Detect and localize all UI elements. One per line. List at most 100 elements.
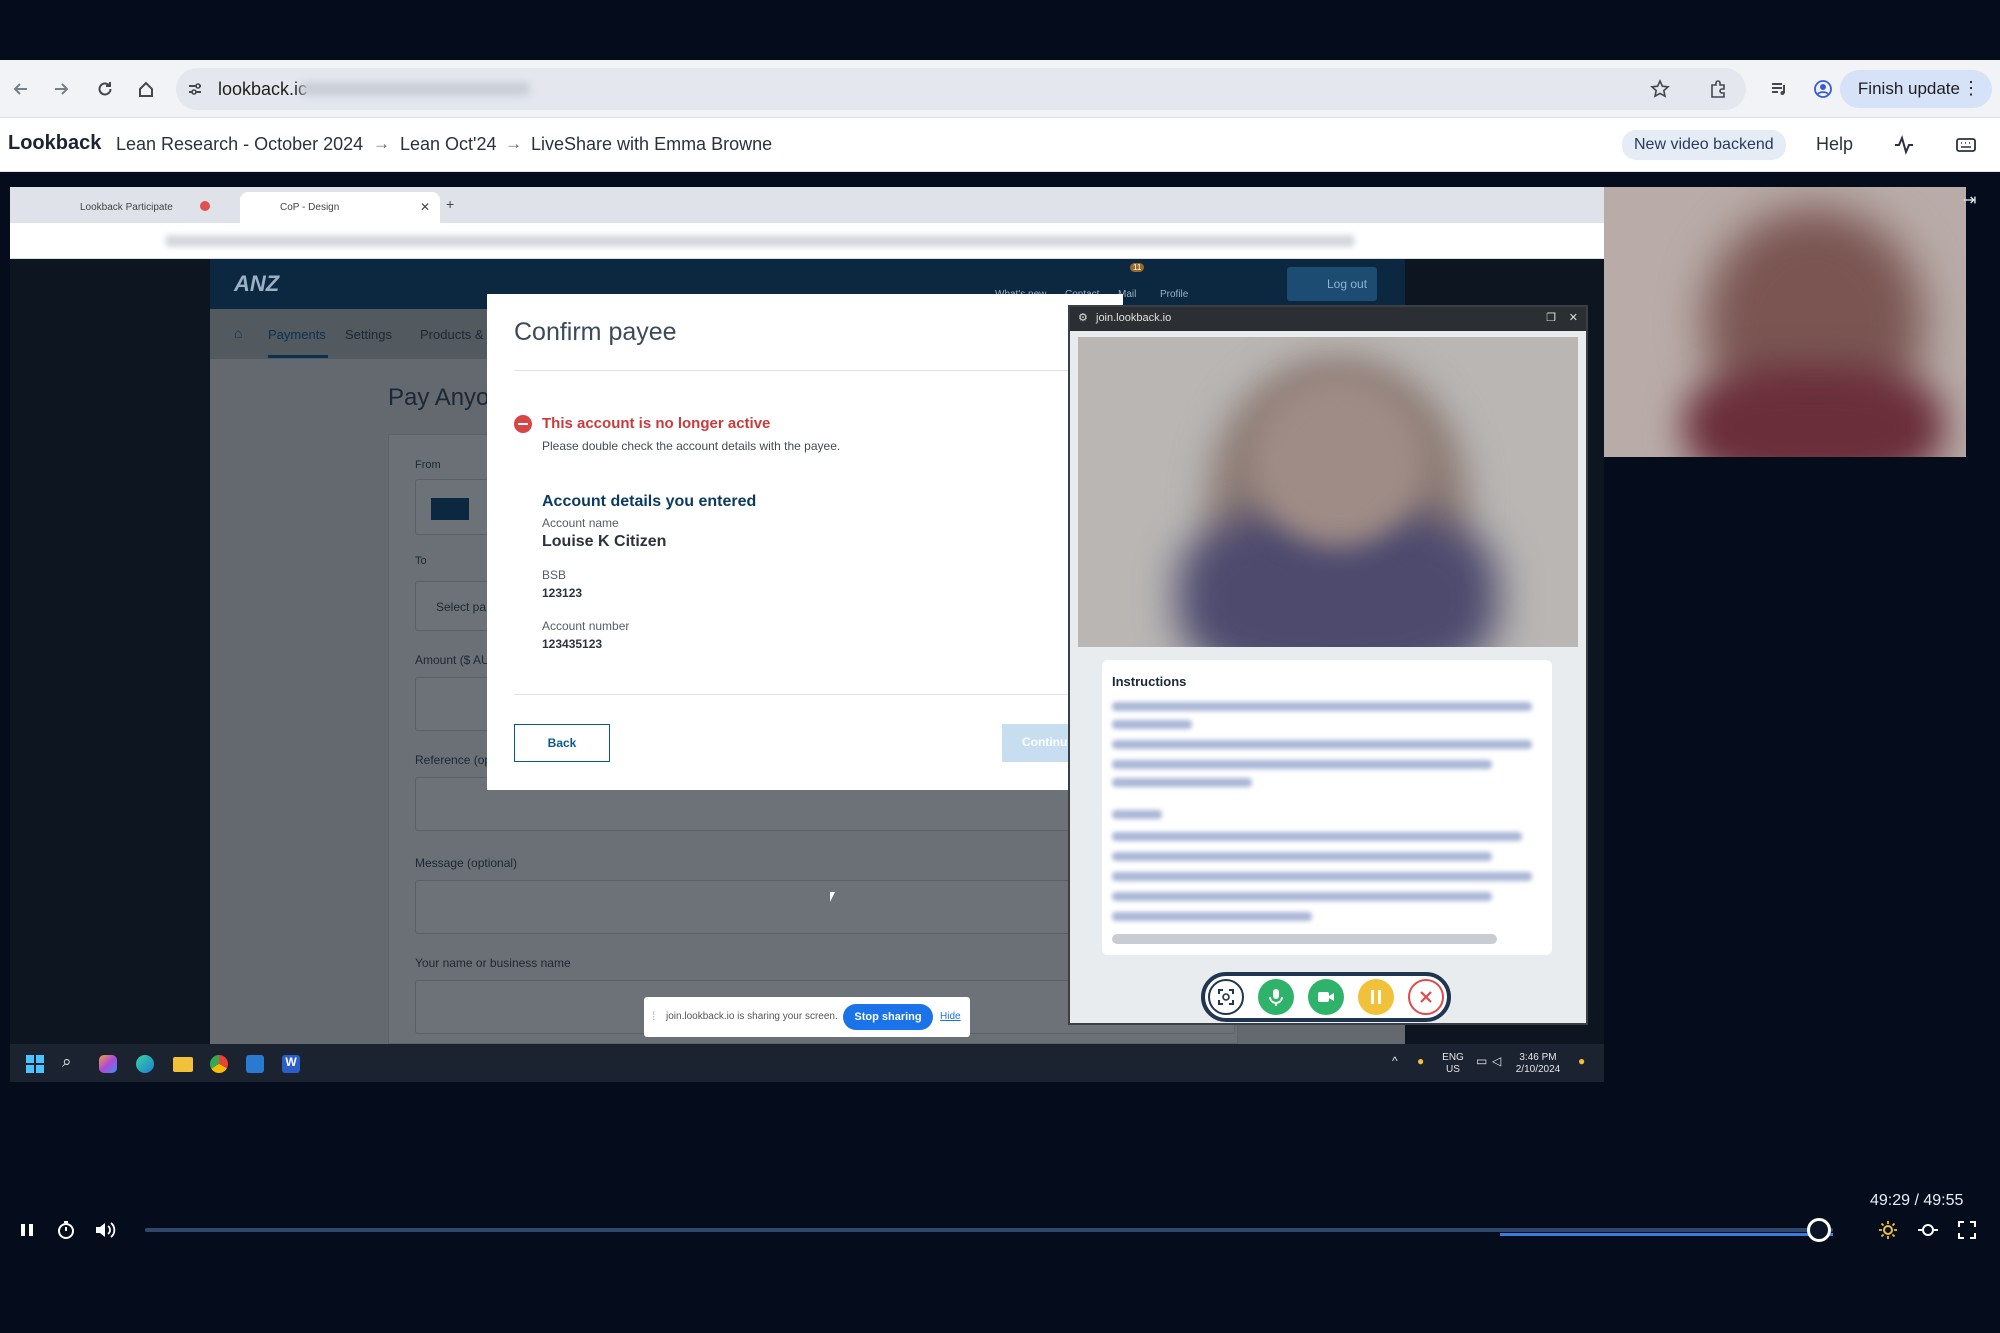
- extensions-icon[interactable]: [1705, 76, 1731, 102]
- instructions-title: Instructions: [1112, 674, 1187, 689]
- brand-logo[interactable]: Lookback: [8, 132, 101, 155]
- subnav-payments[interactable]: Payments: [268, 327, 326, 342]
- screen-share-icon: [1218, 989, 1234, 1005]
- more-menu-icon[interactable]: ⋮: [1962, 78, 1980, 99]
- logout-button[interactable]: Log out: [1287, 267, 1377, 301]
- subnav-products[interactable]: Products &: [420, 327, 484, 342]
- back-button[interactable]: Back: [514, 724, 610, 762]
- screen-share-button[interactable]: [1208, 979, 1244, 1015]
- amount-input[interactable]: [415, 677, 495, 731]
- pause-icon: [1371, 990, 1381, 1004]
- outlook-icon[interactable]: [246, 1055, 264, 1073]
- settings-icon[interactable]: ⚙: [1078, 311, 1088, 324]
- instructions-panel[interactable]: Instructions: [1102, 660, 1552, 955]
- file-explorer-icon[interactable]: [173, 1057, 193, 1072]
- keyboard-icon[interactable]: [1953, 132, 1979, 158]
- close-icon[interactable]: ✕: [1569, 311, 1578, 324]
- region-code: US: [1446, 1064, 1460, 1075]
- notification-bell-icon[interactable]: ●: [1578, 1054, 1585, 1068]
- close-tab-icon[interactable]: ✕: [420, 200, 430, 214]
- taskbar-clock[interactable]: 3:46 PM 2/10/2024: [1510, 1052, 1566, 1076]
- playback-speed-icon[interactable]: [53, 1217, 79, 1243]
- activity-icon[interactable]: [1891, 132, 1917, 158]
- help-link[interactable]: Help: [1816, 134, 1853, 155]
- browser-toolbar: lookback.ic Finish update ⋮: [0, 60, 2000, 118]
- new-video-backend-badge[interactable]: New video backend: [1622, 130, 1786, 160]
- redacted-text: [1112, 740, 1532, 749]
- windows-taskbar: ⌕ W ^ ● ENG US ▭ ◁ 3:46 PM 2/10/2024 ●: [10, 1044, 1604, 1082]
- amount-label: Amount ($ AU: [415, 653, 490, 667]
- horizontal-scrollbar[interactable]: [1112, 934, 1497, 944]
- url-text[interactable]: lookback.ic: [218, 79, 307, 100]
- volume-icon[interactable]: [92, 1217, 118, 1243]
- brightness-icon[interactable]: [1875, 1217, 1901, 1243]
- redacted-text: [1112, 852, 1492, 861]
- message-label: Message (optional): [415, 856, 518, 870]
- participant-webcam: [1604, 187, 1966, 457]
- reload-icon[interactable]: [92, 76, 118, 102]
- forward-icon[interactable]: [48, 76, 74, 102]
- redacted-text: [1112, 702, 1532, 711]
- seek-handle[interactable]: [1807, 1218, 1832, 1242]
- nav-profile[interactable]: Profile: [1160, 289, 1188, 300]
- home-icon[interactable]: ⌂: [234, 325, 242, 341]
- windows-start-icon[interactable]: [26, 1055, 44, 1073]
- language-indicator[interactable]: ENG US: [1438, 1052, 1468, 1076]
- tab-lookback-participate[interactable]: Lookback Participate: [40, 192, 230, 223]
- camera-button[interactable]: [1308, 979, 1344, 1015]
- hide-link[interactable]: Hide: [940, 1011, 961, 1022]
- finish-update-button[interactable]: Finish update ⋮: [1839, 70, 1992, 108]
- anz-logo[interactable]: ANZ: [234, 271, 279, 297]
- tab-label: Lookback Participate: [80, 202, 173, 213]
- end-session-button[interactable]: [1408, 979, 1444, 1015]
- tab-cop-design[interactable]: CoP - Design ✕: [240, 192, 440, 223]
- chrome-icon[interactable]: [210, 1055, 228, 1073]
- back-icon[interactable]: [8, 76, 34, 102]
- bookmark-star-icon[interactable]: [1647, 76, 1673, 102]
- redacted-text: [1112, 720, 1192, 729]
- bsb-label: BSB: [542, 568, 567, 582]
- seek-bar-played: [145, 1228, 1833, 1232]
- close-icon: [1420, 991, 1432, 1003]
- pause-button[interactable]: [1358, 979, 1394, 1015]
- new-tab-icon[interactable]: +: [446, 196, 454, 212]
- to-payee-select[interactable]: Select pa: [415, 581, 495, 631]
- session-controls: [1201, 972, 1451, 1022]
- search-icon[interactable]: ⌕: [62, 1052, 72, 1072]
- collapse-panel-icon[interactable]: ⇥: [1963, 190, 1976, 210]
- drag-handle-icon[interactable]: ⁞: [652, 1009, 655, 1023]
- page-title: Pay Anyor: [388, 384, 498, 411]
- media-controls-icon[interactable]: [1766, 76, 1792, 102]
- error-title: This account is no longer active: [542, 415, 771, 432]
- stop-sharing-button[interactable]: Stop sharing: [843, 1004, 933, 1030]
- microphone-icon: [1269, 989, 1283, 1006]
- tray-overflow-icon[interactable]: ^: [1392, 1054, 1398, 1068]
- redacted-text: [1112, 760, 1492, 769]
- subnav-settings[interactable]: Settings: [345, 327, 392, 342]
- breadcrumb-study[interactable]: Lean Oct'24: [400, 134, 497, 155]
- bsb-value: 123123: [542, 586, 583, 600]
- participant-url-redacted: [165, 235, 1355, 247]
- clock-date: 2/10/2024: [1515, 1064, 1561, 1075]
- edge-icon[interactable]: [136, 1055, 154, 1073]
- site-settings-icon[interactable]: [182, 76, 208, 102]
- network-icon[interactable]: ▭: [1476, 1054, 1487, 1068]
- from-account-select[interactable]: [415, 479, 495, 535]
- account-name-value: Louise K Citizen: [542, 533, 667, 550]
- profile-icon[interactable]: [1810, 76, 1836, 102]
- copilot-icon[interactable]: [99, 1055, 117, 1073]
- microphone-button[interactable]: [1258, 979, 1294, 1015]
- volume-icon[interactable]: ◁: [1492, 1054, 1501, 1068]
- redacted-text: [1112, 872, 1532, 881]
- home-icon[interactable]: [133, 76, 159, 102]
- confirm-payee-modal: Confirm payee This account is no longer …: [487, 294, 1123, 790]
- word-icon[interactable]: W: [282, 1055, 300, 1073]
- microphone-in-use-icon: ●: [1417, 1054, 1425, 1068]
- popout-icon[interactable]: ❐: [1546, 311, 1556, 324]
- modal-title: Confirm payee: [514, 318, 677, 346]
- breadcrumb-project[interactable]: Lean Research - October 2024: [116, 134, 363, 155]
- fullscreen-icon[interactable]: [1954, 1217, 1980, 1243]
- center-view-icon[interactable]: [1915, 1217, 1941, 1243]
- pause-icon[interactable]: [14, 1217, 40, 1243]
- redacted-text: [1112, 832, 1522, 841]
